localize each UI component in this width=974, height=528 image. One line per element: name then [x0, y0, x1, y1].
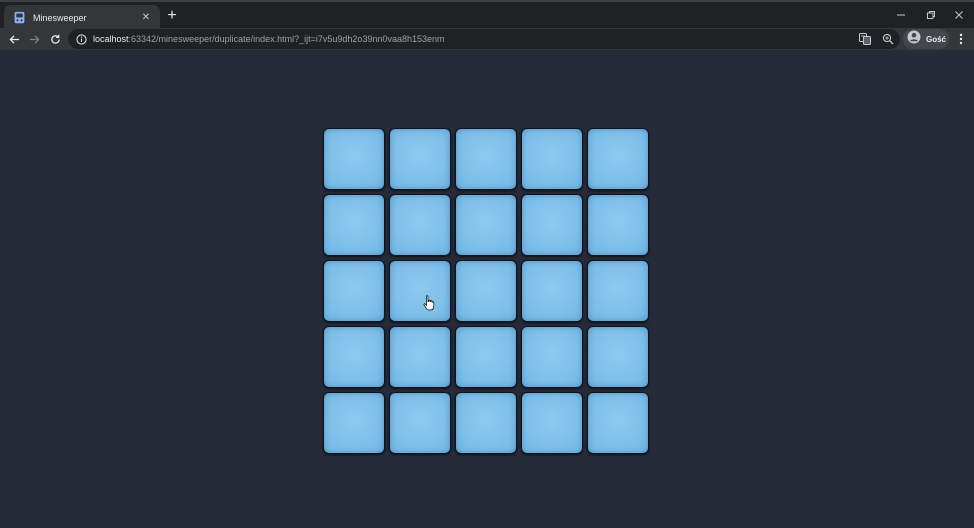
- board-cell[interactable]: [323, 260, 385, 322]
- browser-toolbar: localhost:63342/minesweeper/duplicate/in…: [0, 28, 974, 50]
- forward-arrow-icon[interactable]: [25, 30, 43, 48]
- profile-button[interactable]: Gość: [903, 29, 949, 49]
- close-tab-icon[interactable]: ✕: [140, 12, 152, 23]
- board-cell[interactable]: [389, 326, 451, 388]
- board-cell[interactable]: [521, 392, 583, 454]
- board-cell[interactable]: [521, 194, 583, 256]
- board-cell[interactable]: [587, 392, 649, 454]
- back-arrow-icon[interactable]: [5, 30, 23, 48]
- page-viewport: [0, 50, 974, 528]
- board-cell[interactable]: [389, 392, 451, 454]
- zoom-icon[interactable]: [881, 32, 895, 46]
- tab-strip: Minesweeper ✕ +: [0, 0, 974, 30]
- url-host: localhost: [93, 34, 129, 44]
- board-cell[interactable]: [389, 128, 451, 190]
- url-text: localhost:63342/minesweeper/duplicate/in…: [93, 34, 445, 44]
- translate-icon[interactable]: [858, 32, 872, 46]
- board-cell[interactable]: [455, 392, 517, 454]
- board-cell[interactable]: [389, 260, 451, 322]
- tab-minesweeper[interactable]: Minesweeper ✕: [4, 5, 160, 30]
- board-cell[interactable]: [521, 128, 583, 190]
- game-controller-icon: [12, 11, 26, 25]
- minimize-window-icon[interactable]: [888, 6, 914, 24]
- tab-title: Minesweeper: [33, 12, 87, 23]
- close-window-icon[interactable]: [946, 6, 972, 24]
- reload-icon[interactable]: [46, 30, 64, 48]
- new-tab-button[interactable]: +: [165, 8, 179, 24]
- url-path: :63342/minesweeper/duplicate/index.html?…: [128, 34, 445, 44]
- site-info-icon[interactable]: [75, 33, 87, 45]
- board-cell[interactable]: [323, 128, 385, 190]
- board-cell[interactable]: [521, 260, 583, 322]
- board-cell[interactable]: [587, 194, 649, 256]
- board-cell[interactable]: [587, 326, 649, 388]
- board-cell[interactable]: [323, 326, 385, 388]
- board-cell[interactable]: [587, 128, 649, 190]
- board-cell[interactable]: [521, 326, 583, 388]
- board-cell[interactable]: [323, 392, 385, 454]
- profile-label: Gość: [926, 34, 947, 44]
- board-cell[interactable]: [455, 326, 517, 388]
- board-cell[interactable]: [587, 260, 649, 322]
- restore-window-icon[interactable]: [918, 6, 944, 24]
- minesweeper-board: [323, 128, 653, 458]
- board-cell[interactable]: [455, 128, 517, 190]
- board-cell[interactable]: [389, 194, 451, 256]
- address-bar[interactable]: localhost:63342/minesweeper/duplicate/in…: [68, 29, 900, 49]
- person-icon: [907, 30, 921, 49]
- board-cell[interactable]: [455, 194, 517, 256]
- board-cell[interactable]: [323, 194, 385, 256]
- kebab-menu-icon[interactable]: [954, 31, 968, 47]
- board-cell[interactable]: [455, 260, 517, 322]
